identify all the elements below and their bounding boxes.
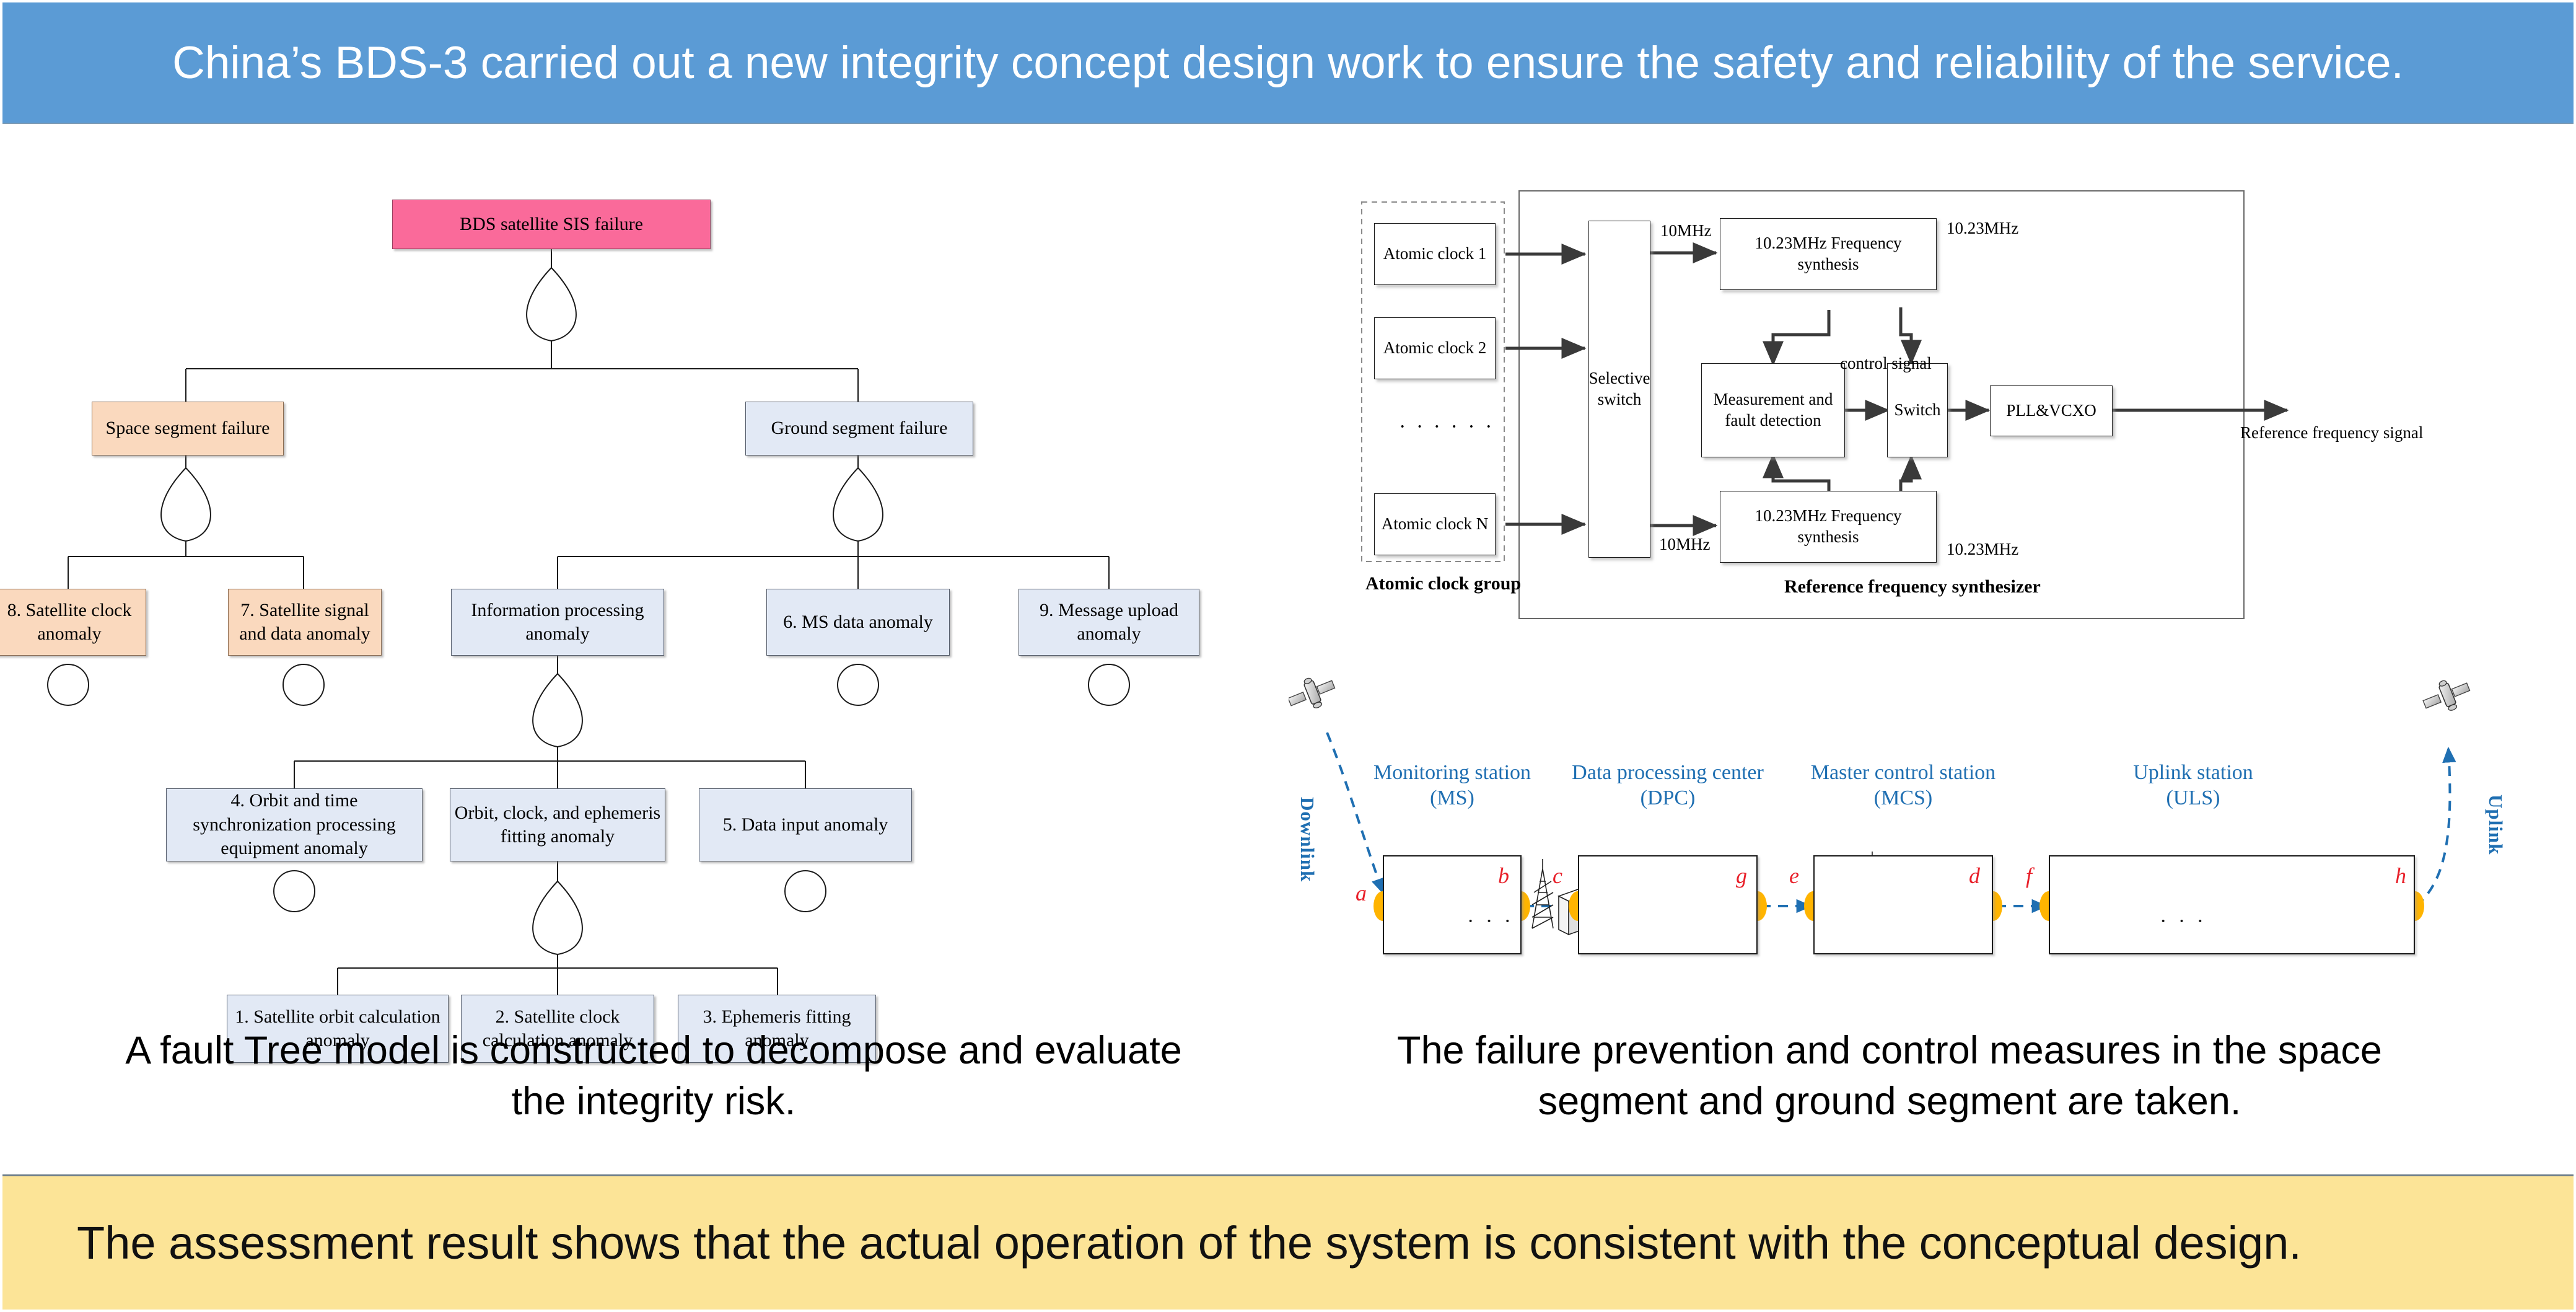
ft-node-top[interactable]: BDS satellite SIS failure bbox=[392, 200, 711, 249]
reference-frequency-synthesizer-diagram: Atomic clock 1 Atomic clock 2 Atomic clo… bbox=[1351, 180, 2540, 632]
control-signal-label: control signal bbox=[1840, 354, 1932, 372]
node-letter-d: d bbox=[1969, 863, 1980, 888]
caption-left: A fault Tree model is constructed to dec… bbox=[125, 1029, 1182, 1123]
ft-node-data-input-anomaly[interactable]: 5. Data input anomaly bbox=[699, 788, 912, 861]
ft-node-orbit-clock-ephemeris-fitting-anomaly[interactable]: Orbit, clock, and ephemeris fitting anom… bbox=[450, 788, 665, 861]
node-letter-e: e bbox=[1789, 863, 1799, 888]
conclusion-text: The assessment result shows that the act… bbox=[77, 1217, 2302, 1269]
uplink-station-name: Uplink station bbox=[2133, 761, 2253, 784]
ms-ellipsis: · · · bbox=[1467, 910, 1514, 933]
node-letter-b: b bbox=[1498, 863, 1509, 888]
fault-tree-diagram: BDS satellite SIS failure Space segment … bbox=[0, 155, 1258, 1063]
data-processing-center-name: Data processing center bbox=[1572, 761, 1764, 784]
data-processing-center-box[interactable] bbox=[1578, 855, 1758, 954]
master-control-station-abbr: (MCS) bbox=[1873, 786, 1933, 810]
ground-segment-diagram: Monitoring station (MS) Data processing … bbox=[1289, 676, 2540, 998]
node-letter-g: g bbox=[1736, 863, 1747, 888]
switch-box[interactable]: Switch bbox=[1887, 363, 1948, 457]
atomic-clock-n-box[interactable]: Atomic clock N bbox=[1374, 493, 1496, 555]
uplink-station-box[interactable] bbox=[2049, 855, 2415, 954]
data-processing-center-title: Data processing center (DPC) bbox=[1556, 760, 1779, 811]
data-processing-center-abbr: (DPC) bbox=[1640, 786, 1696, 810]
downlink-label: Downlink bbox=[1297, 797, 1318, 883]
monitoring-station-abbr: (MS) bbox=[1430, 786, 1474, 810]
ft-node-satellite-clock-anomaly[interactable]: 8. Satellite clock anomaly bbox=[0, 589, 146, 656]
satellite-icon-uplink bbox=[2422, 680, 2471, 711]
footer-banner: The assessment result shows that the act… bbox=[2, 1174, 2574, 1310]
atomic-clock-group-label: Atomic clock group bbox=[1365, 573, 1522, 594]
master-control-station-box[interactable] bbox=[1813, 855, 1993, 954]
uplink-station-title: Uplink station (ULS) bbox=[2094, 760, 2292, 811]
ft-node-message-upload-anomaly[interactable]: 9. Message upload anomaly bbox=[1019, 589, 1199, 656]
atomic-clock-ellipsis: · · · · · · bbox=[1399, 415, 1495, 438]
uls-ellipsis: · · · bbox=[2160, 910, 2207, 933]
ft-node-information-processing-anomaly[interactable]: Information processing anomaly bbox=[451, 589, 664, 656]
master-control-station-name: Master control station bbox=[1810, 761, 1996, 784]
ft-node-ms-data-anomaly[interactable]: 6. MS data anomaly bbox=[766, 589, 950, 656]
uplink-label: Uplink bbox=[2485, 795, 2507, 855]
pll-vcxo-box[interactable]: PLL&VCXO bbox=[1990, 385, 2113, 436]
ft-node-space-segment[interactable]: Space segment failure bbox=[92, 402, 284, 456]
node-letter-h: h bbox=[2395, 863, 2406, 888]
atomic-clock-1-box[interactable]: Atomic clock 1 bbox=[1374, 223, 1496, 285]
measurement-fault-detection-box[interactable]: Measurement and fault detection bbox=[1701, 363, 1845, 457]
reference-frequency-synthesizer-label: Reference frequency synthesizer bbox=[1784, 576, 2041, 597]
node-letter-f: f bbox=[2026, 863, 2033, 888]
selective-switch-box[interactable]: Selective switch bbox=[1588, 221, 1650, 558]
node-letter-a: a bbox=[1356, 881, 1367, 905]
frequency-synthesis-bottom-box[interactable]: 10.23MHz Frequency synthesis bbox=[1720, 491, 1937, 563]
monitoring-station-name: Monitoring station bbox=[1373, 761, 1531, 784]
monitoring-station-title: Monitoring station (MS) bbox=[1352, 760, 1553, 811]
output-frequency-top-label: 10.23MHz bbox=[1947, 219, 2019, 237]
satellite-icon-downlink bbox=[1289, 677, 1336, 708]
input-frequency-bottom-label: 10MHz bbox=[1659, 535, 1711, 553]
page-title: China’s BDS-3 carried out a new integrit… bbox=[172, 37, 2404, 88]
header-banner: China’s BDS-3 carried out a new integrit… bbox=[2, 2, 2574, 124]
ft-node-satellite-signal-data-anomaly[interactable]: 7. Satellite signal and data anomaly bbox=[228, 589, 382, 656]
input-frequency-top-label: 10MHz bbox=[1660, 221, 1712, 240]
frequency-synthesis-top-box[interactable]: 10.23MHz Frequency synthesis bbox=[1720, 218, 1937, 290]
ft-node-ground-segment[interactable]: Ground segment failure bbox=[745, 402, 973, 456]
reference-frequency-signal-label: Reference frequency signal bbox=[2240, 423, 2424, 442]
output-frequency-bottom-label: 10.23MHz bbox=[1947, 540, 2019, 558]
atomic-clock-2-box[interactable]: Atomic clock 2 bbox=[1374, 317, 1496, 379]
ft-node-orbit-time-sync-equipment-anomaly[interactable]: 4. Orbit and time synchronization proces… bbox=[166, 788, 423, 861]
master-control-station-title: Master control station (MCS) bbox=[1792, 760, 2015, 811]
uplink-station-abbr: (ULS) bbox=[2166, 786, 2220, 810]
caption-right: The failure prevention and control measu… bbox=[1397, 1029, 2382, 1123]
node-letter-c: c bbox=[1553, 863, 1562, 888]
